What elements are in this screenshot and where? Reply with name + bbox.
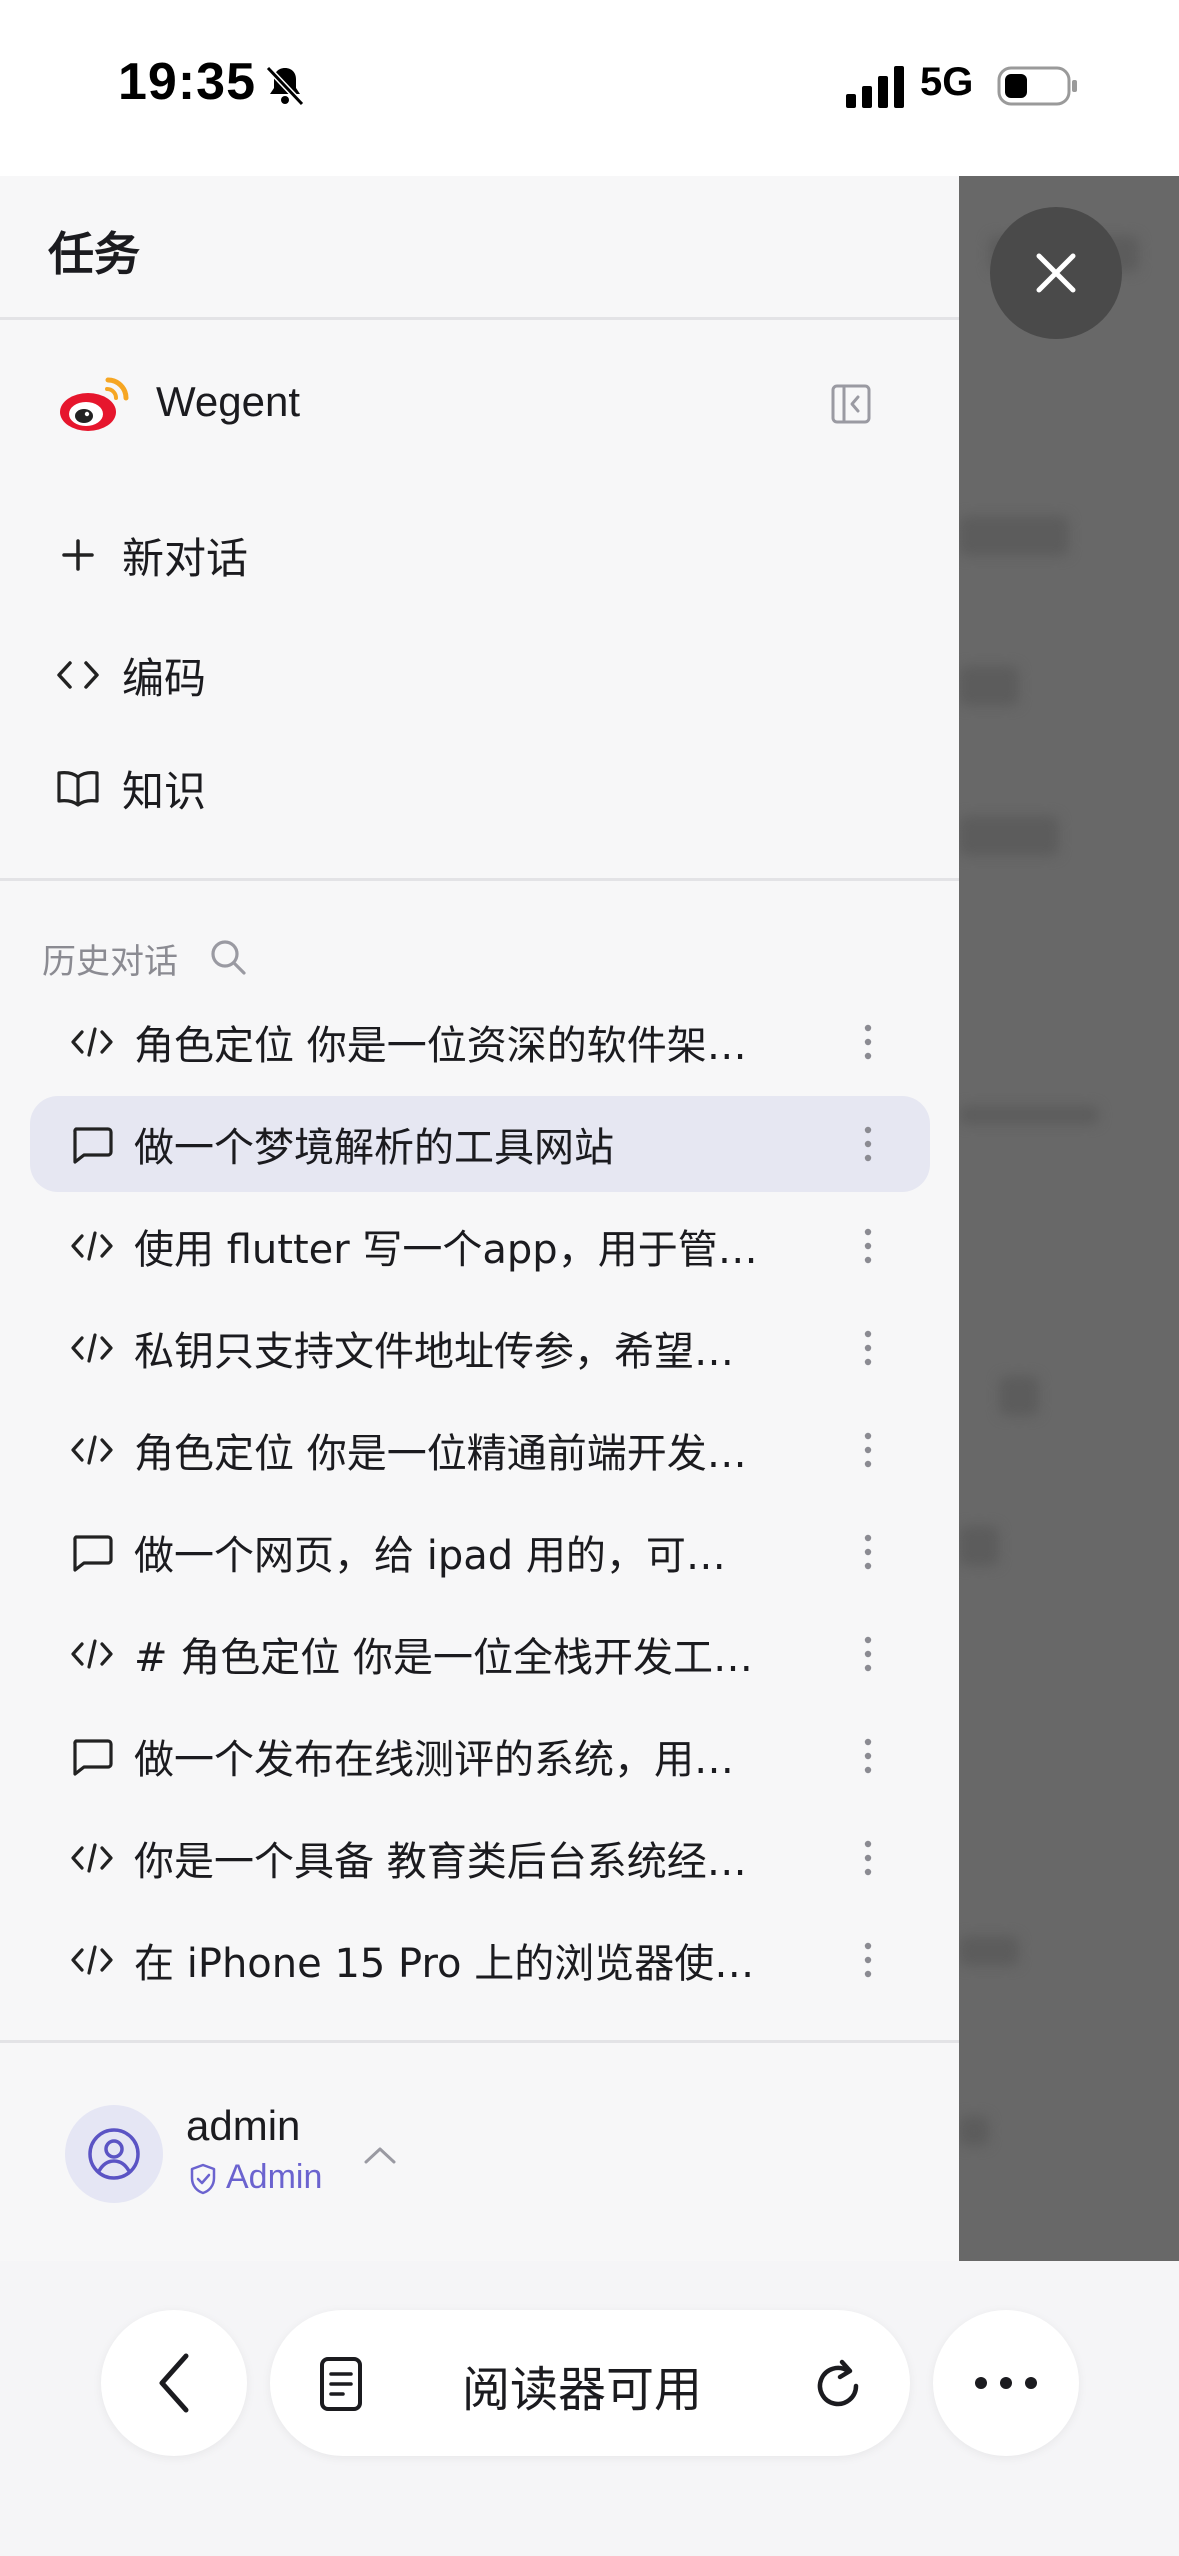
reader-available-label[interactable]: 阅读器可用 [462,2350,702,2420]
history-item[interactable]: 角色定位 你是一位资深的软件架… [30,994,930,1090]
history-item-title: 做一个网页，给 ipad 用的，可… [134,1533,726,1579]
nav-label: 新对话 [122,533,249,583]
back-button[interactable] [101,2310,247,2456]
history-item-title: 在 iPhone 15 Pro 上的浏览器使… [134,1941,755,1987]
more-vertical-icon[interactable] [860,1836,876,1880]
new-chat-button[interactable]: 新对话 [50,515,910,595]
history-title: 历史对话 [42,942,178,982]
chat-icon [62,1726,122,1786]
user-avatar[interactable] [65,2105,163,2203]
sidebar-title: 任务 [48,227,140,281]
nav-item-knowledge[interactable]: 知识 [50,748,910,828]
chat-icon [62,1114,122,1174]
history-item[interactable]: 做一个梦境解析的工具网站 [30,1096,930,1192]
chat-icon [62,1522,122,1582]
close-sidebar-button[interactable] [990,207,1122,339]
history-item[interactable]: 私钥只支持文件地址传参，希望… [30,1300,930,1396]
code-icon [62,1420,122,1480]
more-vertical-icon[interactable] [860,1734,876,1778]
reload-icon[interactable] [812,2356,866,2412]
user-name: admin [186,2102,301,2149]
code-icon [62,1318,122,1378]
book-icon [50,760,106,816]
history-item[interactable]: 在 iPhone 15 Pro 上的浏览器使… [30,1912,930,2008]
history-item[interactable]: 使用 flutter 写一个app，用于管… [30,1198,930,1294]
more-vertical-icon[interactable] [860,1326,876,1370]
code-icon [62,1012,122,1072]
more-vertical-icon[interactable] [860,1224,876,1268]
nav-label: 编码 [122,653,207,703]
close-icon [1036,253,1076,293]
reader-icon[interactable] [318,2356,364,2412]
chevron-left-icon [159,2353,189,2413]
weibo-logo-icon [60,377,129,431]
history-item-title: 做一个发布在线测评的系统，用… [134,1737,734,1783]
user-role: Admin [226,2158,323,2196]
history-item[interactable]: 做一个网页，给 ipad 用的，可… [30,1504,930,1600]
divider [0,2040,959,2043]
history-item-title: # 角色定位 你是一位全栈开发工… [134,1635,753,1681]
more-vertical-icon[interactable] [860,1428,876,1472]
divider [0,317,959,320]
network-type: 5G [920,60,974,104]
history-item[interactable]: # 角色定位 你是一位全栈开发工… [30,1606,930,1702]
code-icon [62,1624,122,1684]
nav-item-code[interactable]: 编码 [50,635,910,715]
history-item-title: 私钥只支持文件地址传参，希望… [134,1329,734,1375]
brand-name: Wegent [156,378,300,425]
more-button[interactable] [933,2310,1079,2456]
bell-slash-icon [265,65,305,107]
history-item-title: 使用 flutter 写一个app，用于管… [134,1227,758,1273]
shield-check-icon [190,2163,216,2195]
code-icon [62,1216,122,1276]
battery-icon [997,66,1077,106]
more-vertical-icon[interactable] [860,1530,876,1574]
divider [0,878,959,881]
history-item[interactable]: 角色定位 你是一位精通前端开发… [30,1402,930,1498]
user-circle-icon [88,2128,140,2180]
more-vertical-icon[interactable] [860,1020,876,1064]
code-icon [50,647,106,703]
dim-overlay[interactable] [959,176,1179,2261]
search-icon[interactable] [208,937,248,977]
more-vertical-icon[interactable] [860,1938,876,1982]
more-icon [975,2377,1037,2389]
history-item-title: 角色定位 你是一位资深的软件架… [134,1023,747,1069]
collapse-sidebar-icon[interactable] [830,383,872,425]
code-icon [62,1828,122,1888]
status-time: 19:35 [118,53,256,111]
code-icon [62,1930,122,1990]
history-item[interactable]: 做一个发布在线测评的系统，用… [30,1708,930,1804]
signal-icon [846,66,904,108]
history-item-title: 角色定位 你是一位精通前端开发… [134,1431,747,1477]
plus-icon [50,527,106,583]
nav-label: 知识 [122,766,207,816]
history-item[interactable]: 你是一个具备 教育类后台系统经… [30,1810,930,1906]
chevron-up-icon[interactable] [360,2140,400,2170]
history-item-title: 做一个梦境解析的工具网站 [134,1125,614,1171]
more-vertical-icon[interactable] [860,1632,876,1676]
more-vertical-icon[interactable] [860,1122,876,1166]
history-item-title: 你是一个具备 教育类后台系统经… [134,1839,747,1885]
